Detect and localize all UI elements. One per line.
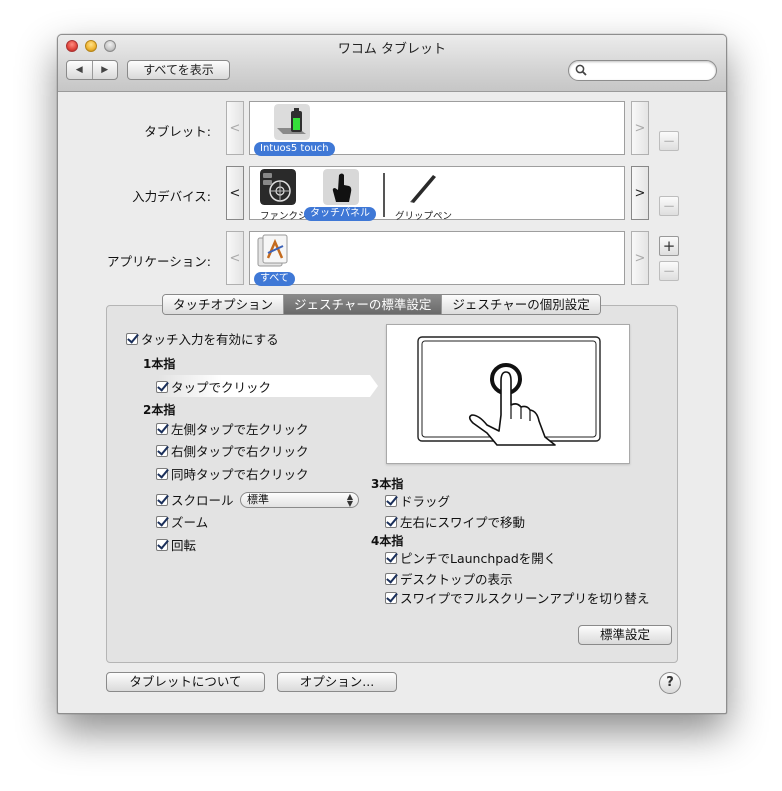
tab-custom-gestures[interactable]: ジェスチャーの個別設定 (442, 295, 600, 314)
forward-button[interactable]: ▶ (93, 61, 118, 79)
tablet-finger-illustration (417, 336, 601, 446)
rotate-checkbox[interactable]: 回転 (156, 535, 196, 554)
selected-row-pointer (370, 375, 378, 397)
four-finger-heading: 4本指 (371, 534, 404, 548)
tablet-scroll-right[interactable]: > (631, 101, 649, 155)
tab-touch-options[interactable]: タッチオプション (163, 295, 285, 314)
gesture-preview (386, 324, 630, 464)
simultaneous-tap-checkbox[interactable]: 同時タップで右クリック (156, 464, 309, 483)
application-strip: すべて (249, 231, 625, 286)
application-item-all[interactable]: すべて (254, 272, 295, 286)
scroll-speed-select[interactable]: 標準 ▲ ▼ (240, 492, 359, 508)
options-button[interactable]: オプション... (277, 672, 397, 692)
about-tablet-button[interactable]: タブレットについて (106, 672, 265, 692)
left-tap-left-click-checkbox[interactable]: 左側タップで左クリック (156, 419, 309, 438)
tab-standard-gestures[interactable]: ジェスチャーの標準設定 (284, 295, 443, 314)
search-field[interactable] (568, 60, 717, 81)
window-title: ワコム タブレット (337, 42, 447, 57)
switch-fullscreen-apps-checkbox[interactable]: スワイプでフルスクリーンアプリを切り替え (385, 588, 649, 607)
device-item-grip-pen[interactable]: グリップペン (395, 208, 452, 222)
swipe-navigate-checkbox[interactable]: 左右にスワイプで移動 (385, 512, 525, 531)
application-label: アプリケーション: (107, 254, 211, 269)
checkbox-box (126, 332, 138, 345)
three-finger-heading: 3本指 (371, 477, 404, 491)
grip-pen-icon (410, 175, 436, 203)
tablet-label: タブレット: (144, 124, 211, 139)
function-keys-icon (260, 169, 296, 205)
tablet-remove-button[interactable]: − (659, 131, 679, 151)
app-scroll-left[interactable]: < (226, 231, 244, 285)
two-finger-heading: 2本指 (143, 403, 176, 417)
pinch-launchpad-checkbox[interactable]: ピンチでLaunchpadを開く (385, 548, 556, 567)
search-icon (575, 64, 587, 76)
back-button[interactable]: ◀ (67, 61, 93, 79)
zoom-checkbox[interactable]: ズーム (156, 512, 208, 531)
tab-bar: タッチオプション ジェスチャーの標準設定 ジェスチャーの個別設定 (162, 294, 601, 315)
app-scroll-right[interactable]: > (631, 231, 649, 285)
show-all-button[interactable]: すべてを表示 (127, 60, 230, 80)
tablet-strip: Intuos5 touch (249, 101, 625, 156)
input-device-label: 入力デバイス: (132, 189, 211, 204)
back-forward-control: ◀ ▶ (66, 60, 118, 80)
restore-defaults-button[interactable]: 標準設定 (578, 625, 672, 645)
all-apps-icon (257, 234, 288, 267)
right-tap-right-click-checkbox[interactable]: 右側タップで右クリック (156, 441, 309, 460)
app-add-button[interactable]: + (659, 236, 679, 256)
app-remove-button[interactable]: − (659, 261, 679, 281)
touch-hand-icon (323, 169, 359, 205)
device-scroll-left[interactable]: < (226, 166, 244, 220)
tablet-item-intuos5[interactable]: Intuos5 touch (254, 142, 335, 156)
updown-arrows-icon: ▲ ▼ (346, 492, 353, 508)
device-remove-button[interactable]: − (659, 196, 679, 216)
help-button[interactable]: ? (659, 672, 681, 694)
device-strip: ファンクション タッチパネル グリップペン (249, 166, 625, 222)
search-input[interactable] (591, 63, 713, 80)
preferences-window: ワコム タブレット ◀ ▶ すべてを表示 タブレット: < Intuos5 to… (57, 34, 727, 714)
show-desktop-checkbox[interactable]: デスクトップの表示 (385, 569, 513, 588)
tablet-scroll-left[interactable]: < (226, 101, 244, 155)
device-scroll-right[interactable]: > (631, 166, 649, 220)
title-bar: ワコム タブレット ◀ ▶ すべてを表示 (58, 35, 726, 92)
tap-click-checkbox[interactable]: タップでクリック (156, 377, 271, 396)
scroll-checkbox[interactable]: スクロール (156, 490, 234, 509)
tablet-battery-icon (274, 104, 310, 140)
device-separator (383, 173, 385, 217)
enable-touch-checkbox[interactable]: タッチ入力を有効にする (126, 329, 279, 348)
device-item-touch-panel[interactable]: タッチパネル (304, 207, 376, 221)
one-finger-heading: 1本指 (143, 357, 176, 371)
drag-checkbox[interactable]: ドラッグ (385, 491, 450, 510)
